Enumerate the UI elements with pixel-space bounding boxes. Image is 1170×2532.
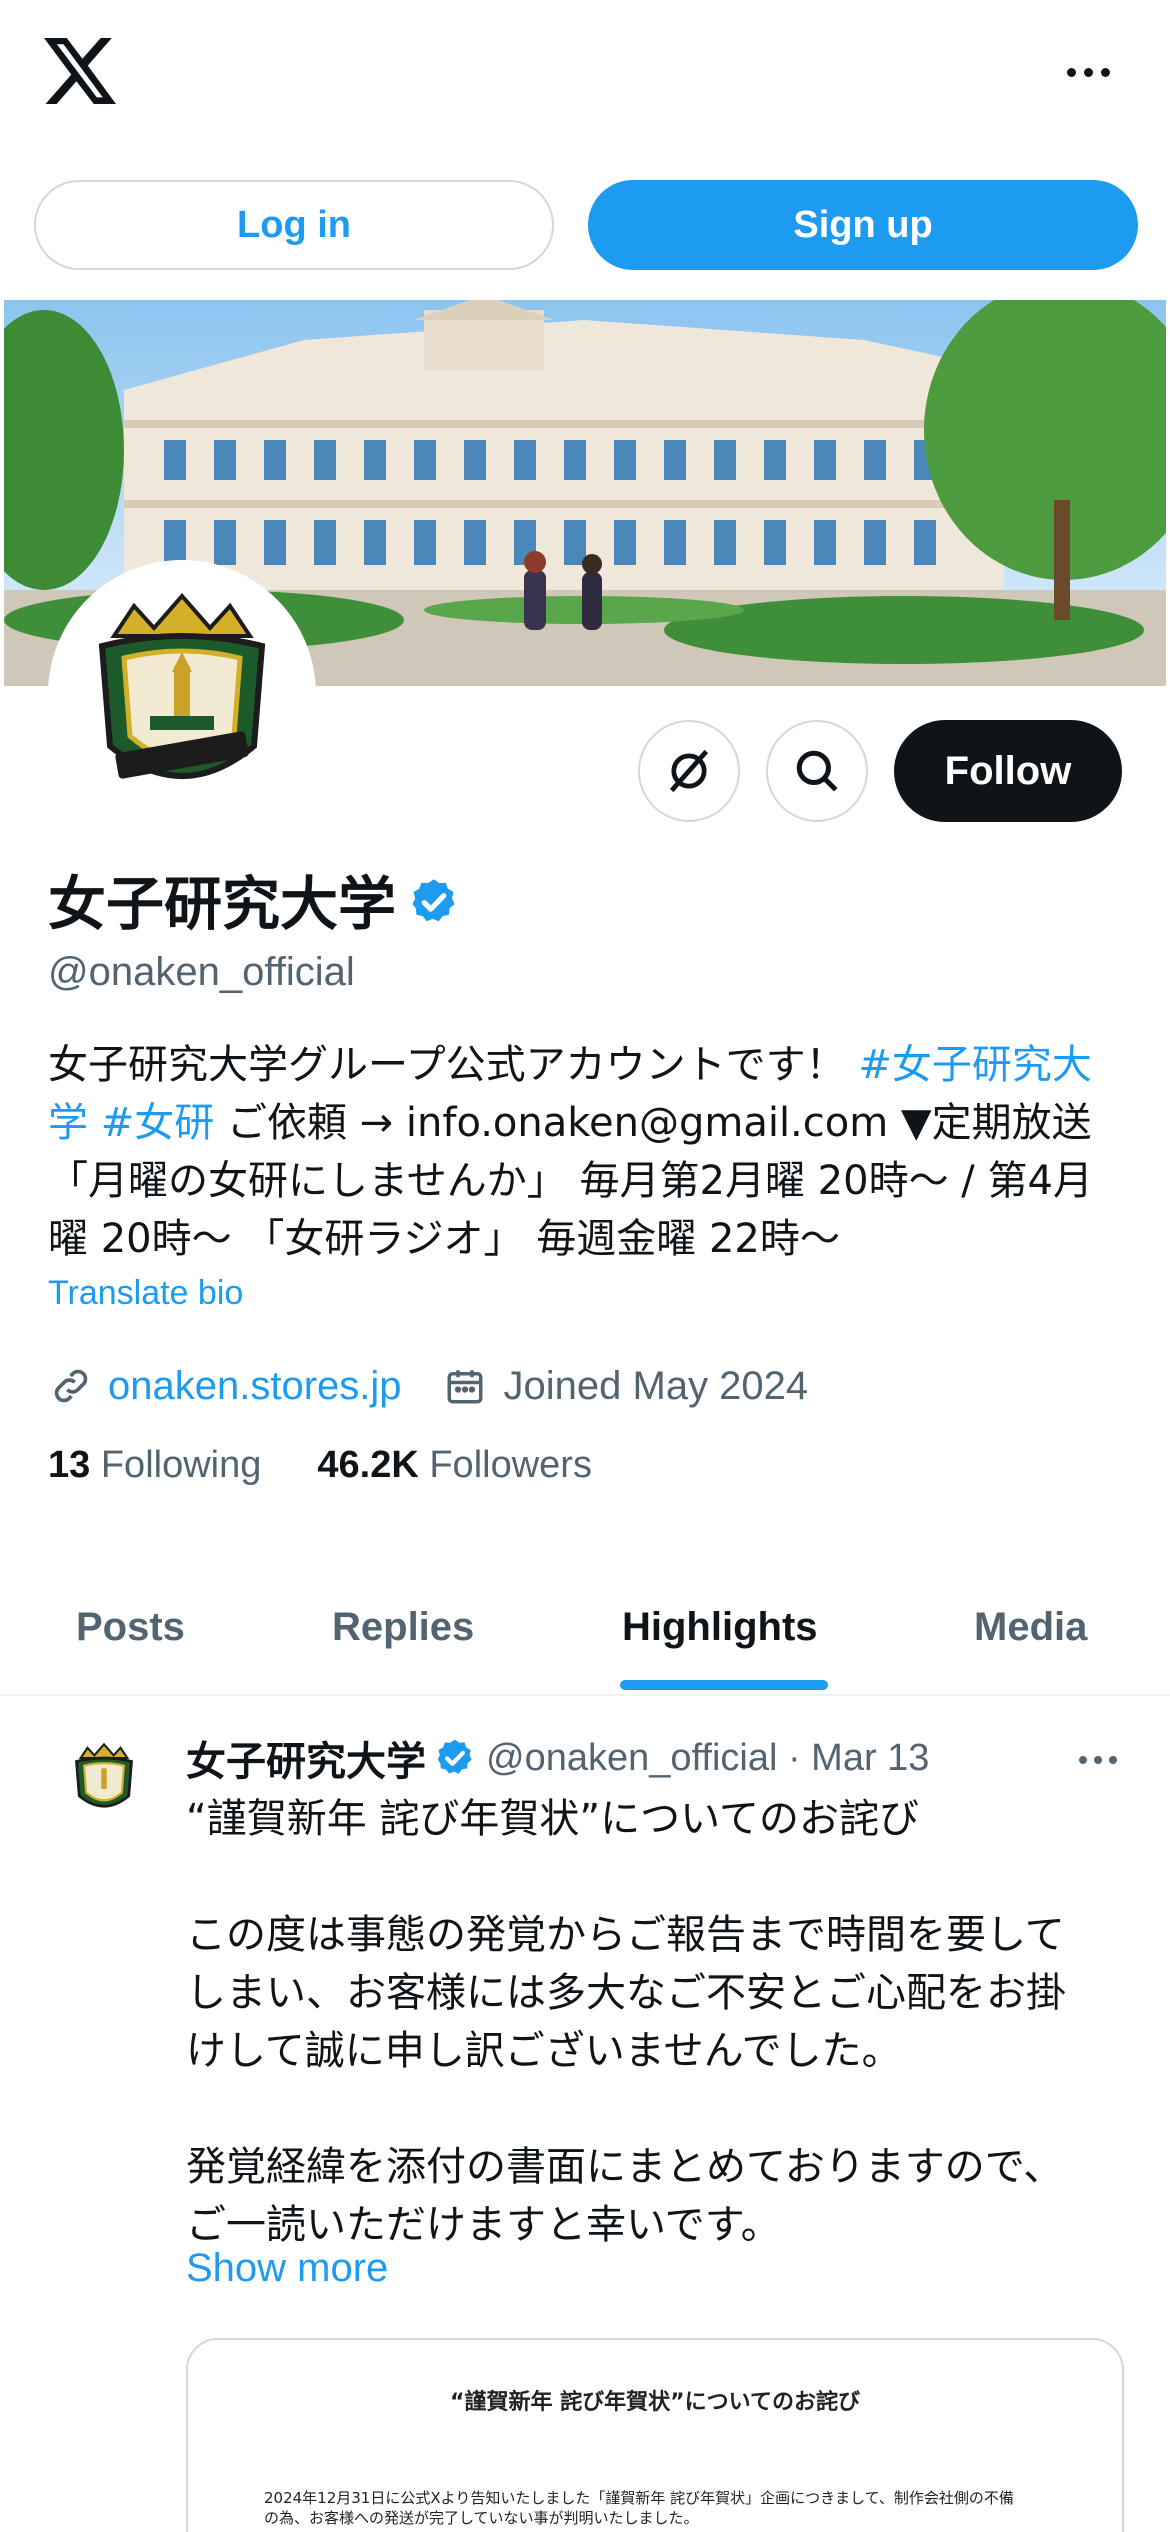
search-icon[interactable]: [766, 720, 868, 822]
grok-icon[interactable]: [638, 720, 740, 822]
profile-tabs: Posts Replies Highlights Media: [0, 1560, 1170, 1696]
followers-link[interactable]: 46.2K Followers: [317, 1444, 592, 1487]
tweet-header: 女子研究大学 @onaken_official · Mar 13: [186, 1728, 929, 1788]
attachment-body: 2024年12月31日に公式Xより告知いたしました「謹賀新年 詫び年賀状」企画に…: [264, 2488, 1064, 2528]
tab-posts[interactable]: Posts: [76, 1560, 185, 1694]
tweet-line: “謹賀新年 詫び年賀状”についてのお詫び: [186, 1796, 919, 1842]
website-link[interactable]: onaken.stores.jp: [108, 1364, 402, 1409]
followers-label: Followers: [429, 1444, 592, 1486]
tab-highlights[interactable]: Highlights: [622, 1560, 818, 1694]
tab-replies[interactable]: Replies: [332, 1560, 474, 1694]
tweet-text: “謹賀新年 詫び年賀状”についてのお詫び この度は事態の発覚からご報告まで時間を…: [186, 1790, 1136, 2254]
more-horizontal-icon[interactable]: [1070, 1748, 1126, 1772]
x-logo-icon[interactable]: [44, 38, 116, 104]
more-horizontal-icon[interactable]: [1060, 58, 1116, 86]
follow-button[interactable]: Follow: [894, 720, 1122, 822]
link-icon: [48, 1363, 94, 1409]
following-count: 13: [48, 1444, 91, 1486]
attachment-line: の為、お客様への発送が完了していない事が判明いたしました。: [264, 2509, 699, 2527]
profile-name: 女子研究大学: [48, 870, 397, 938]
calendar-icon: [442, 1363, 488, 1409]
tweet-line: けして誠に申し訳ございませんでした。: [186, 2028, 902, 2074]
followers-count: 46.2K: [317, 1444, 419, 1486]
profile-avatar[interactable]: [48, 560, 316, 828]
profile-bio: 女子研究大学グループ公式アカウントです！ #女子研究大学 #女研 ご依頼 → i…: [48, 1036, 1128, 1268]
tweet-avatar[interactable]: [60, 1734, 148, 1822]
tweet-line: しまい、お客様には多大なご不安とご心配をお掛: [186, 1970, 1066, 2016]
show-more-link[interactable]: Show more: [186, 2246, 388, 2291]
sign-up-button[interactable]: Sign up: [588, 180, 1138, 270]
follow-counts: 13 Following 46.2K Followers: [48, 1444, 592, 1487]
following-label: Following: [100, 1444, 262, 1486]
tweet-line: 発覚経緯を添付の書面にまとめておりますので、: [186, 2144, 1064, 2190]
verified-badge-icon: [408, 876, 460, 932]
verified-badge-icon: [434, 1737, 476, 1779]
top-bar: [0, 0, 1170, 150]
tweet-handle-date[interactable]: @onaken_official · Mar 13: [486, 1737, 929, 1780]
following-link[interactable]: 13 Following: [48, 1444, 261, 1487]
profile-handle: @onaken_official: [48, 950, 355, 994]
attachment-line: 2024年12月31日に公式Xより告知いたしました「謹賀新年 詫び年賀状」企画に…: [264, 2489, 1014, 2507]
tweet-attachment-image[interactable]: “謹賀新年 詫び年賀状”についてのお詫び 2024年12月31日に公式Xより告知…: [186, 2338, 1124, 2532]
tab-media[interactable]: Media: [974, 1560, 1087, 1694]
tweet-line: この度は事態の発覚からご報告まで時間を要して: [186, 1912, 1065, 1958]
translate-bio-link[interactable]: Translate bio: [48, 1274, 243, 1313]
tweet-author-name[interactable]: 女子研究大学: [186, 1729, 426, 1787]
log-in-button[interactable]: Log in: [34, 180, 554, 270]
joined-date: Joined May 2024: [503, 1363, 809, 1408]
active-tab-indicator: [620, 1680, 828, 1690]
bio-text: 女子研究大学グループ公式アカウントです！: [48, 1042, 859, 1088]
hashtag-link[interactable]: #女研: [101, 1100, 215, 1146]
profile-name-row: 女子研究大学: [48, 868, 460, 940]
tweet-line: [186, 1848, 1136, 1906]
attachment-title: “謹賀新年 詫び年賀状”についてのお詫び: [450, 2390, 860, 2415]
profile-meta: onaken.stores.jp Joined May 2024: [48, 1356, 808, 1416]
tweet-line: [186, 2080, 1136, 2138]
